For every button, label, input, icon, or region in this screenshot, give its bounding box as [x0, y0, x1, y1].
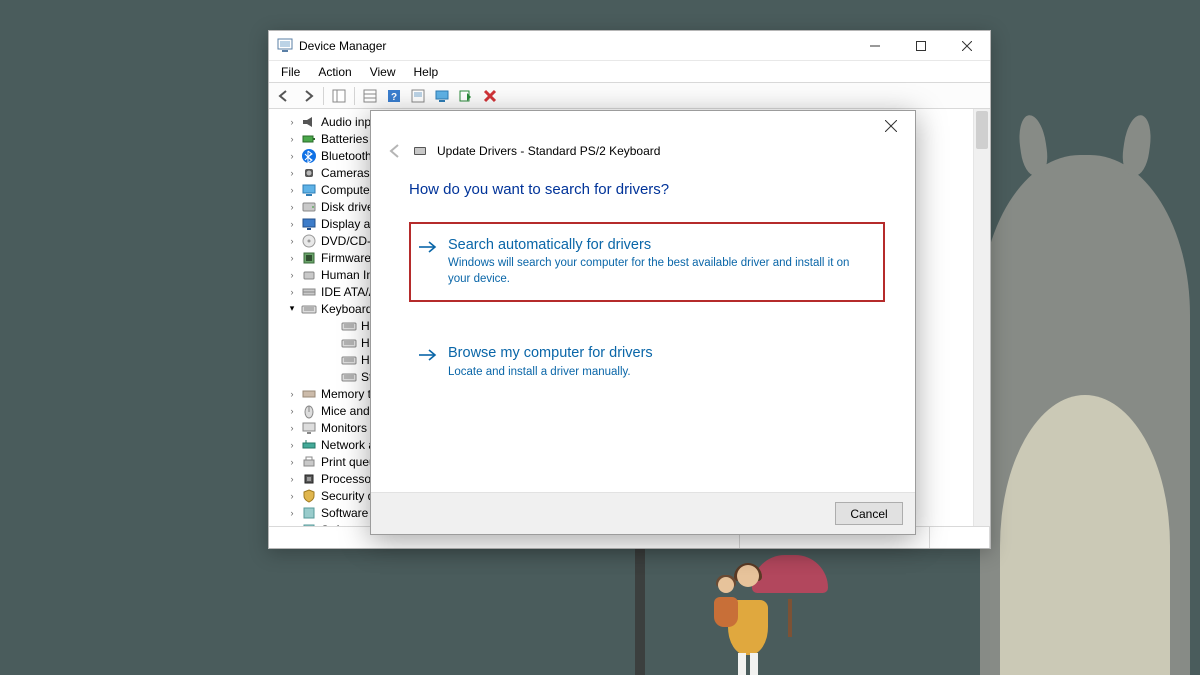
expand-arrow-icon[interactable]: ›: [287, 457, 297, 467]
expand-arrow-icon[interactable]: ›: [287, 117, 297, 127]
expand-arrow-icon[interactable]: ›: [287, 202, 297, 212]
expand-arrow-icon[interactable]: ▾: [287, 303, 297, 314]
expand-arrow-icon[interactable]: ›: [287, 168, 297, 178]
maximize-button[interactable]: [898, 31, 944, 61]
processor-icon: [301, 471, 317, 487]
expand-arrow-icon[interactable]: ›: [287, 491, 297, 501]
network-icon: [301, 437, 317, 453]
keyboard-icon: [301, 301, 317, 317]
menu-action[interactable]: Action: [310, 63, 359, 81]
memory-icon: [301, 386, 317, 402]
expand-arrow-icon[interactable]: ›: [287, 270, 297, 280]
option-description: Locate and install a driver manually.: [448, 365, 653, 381]
titlebar: Device Manager: [269, 31, 990, 61]
forward-arrow-icon[interactable]: [297, 85, 319, 107]
expand-arrow-icon[interactable]: ›: [287, 185, 297, 195]
tree-item-label: Bluetooth: [321, 149, 372, 163]
expand-arrow-icon[interactable]: ›: [287, 219, 297, 229]
menubar: File Action View Help: [269, 61, 990, 83]
mouse-icon: [301, 403, 317, 419]
dialog-close-button[interactable]: [871, 112, 911, 140]
dialog-back-icon[interactable]: [387, 143, 403, 159]
show-hide-tree-icon[interactable]: [328, 85, 350, 107]
update-driver-dialog: Update Drivers - Standard PS/2 Keyboard …: [370, 110, 916, 535]
keyboard-icon: [413, 144, 427, 158]
update-driver-icon[interactable]: [431, 85, 453, 107]
help-icon[interactable]: ?: [383, 85, 405, 107]
tree-item-label: Firmware: [321, 251, 371, 265]
dialog-question: How do you want to search for drivers?: [409, 181, 885, 198]
expand-arrow-icon[interactable]: ›: [287, 287, 297, 297]
keyboard-icon: [341, 369, 357, 385]
battery-icon: [301, 131, 317, 147]
display-icon: [301, 216, 317, 232]
security-icon: [301, 488, 317, 504]
ide-icon: [301, 284, 317, 300]
audio-icon: [301, 114, 317, 130]
menu-view[interactable]: View: [362, 63, 404, 81]
menu-file[interactable]: File: [273, 63, 308, 81]
vertical-scrollbar[interactable]: [973, 109, 990, 526]
expand-arrow-icon[interactable]: ›: [287, 151, 297, 161]
tree-item-label: Monitors: [321, 421, 367, 435]
computer-icon: [301, 182, 317, 198]
option-search-automatically[interactable]: Search automatically for drivers Windows…: [409, 222, 885, 302]
monitor-icon: [301, 420, 317, 436]
tree-item-label: Cameras: [321, 166, 370, 180]
window-title: Device Manager: [299, 39, 386, 53]
option-browse-computer[interactable]: Browse my computer for drivers Locate an…: [409, 330, 885, 395]
expand-arrow-icon[interactable]: ›: [287, 508, 297, 518]
keyboard-icon: [341, 335, 357, 351]
arrow-right-icon: [418, 239, 438, 255]
arrow-right-icon: [418, 347, 438, 363]
svg-text:?: ?: [391, 92, 397, 103]
dialog-title: Update Drivers - Standard PS/2 Keyboard: [437, 144, 660, 158]
minimize-button[interactable]: [852, 31, 898, 61]
expand-arrow-icon[interactable]: ›: [287, 134, 297, 144]
option-title: Browse my computer for drivers: [448, 345, 653, 362]
printer-icon: [301, 454, 317, 470]
expand-arrow-icon[interactable]: ›: [287, 440, 297, 450]
desktop-wallpaper-figures: [710, 545, 810, 675]
expand-arrow-icon[interactable]: ›: [287, 389, 297, 399]
close-button[interactable]: [944, 31, 990, 61]
toolbar: ?: [269, 83, 990, 109]
software-icon: [301, 505, 317, 521]
cancel-button[interactable]: Cancel: [835, 502, 903, 525]
desktop-wallpaper-pole: [635, 545, 645, 675]
expand-arrow-icon[interactable]: ›: [287, 253, 297, 263]
dvd-icon: [301, 233, 317, 249]
expand-arrow-icon[interactable]: ›: [287, 474, 297, 484]
expand-arrow-icon[interactable]: ›: [287, 423, 297, 433]
keyboard-icon: [341, 318, 357, 334]
hid-icon: [301, 267, 317, 283]
back-arrow-icon[interactable]: [273, 85, 295, 107]
bluetooth-icon: [301, 148, 317, 164]
scan-hardware-icon[interactable]: [455, 85, 477, 107]
expand-arrow-icon[interactable]: ›: [287, 406, 297, 416]
option-description: Windows will search your computer for th…: [448, 256, 868, 287]
properties-icon[interactable]: [359, 85, 381, 107]
option-title: Search automatically for drivers: [448, 237, 868, 254]
refresh-icon[interactable]: [407, 85, 429, 107]
firmware-icon: [301, 250, 317, 266]
menu-help[interactable]: Help: [406, 63, 447, 81]
expand-arrow-icon[interactable]: ›: [287, 236, 297, 246]
disk-icon: [301, 199, 317, 215]
uninstall-icon[interactable]: [479, 85, 501, 107]
tree-item-label: Batteries: [321, 132, 368, 146]
camera-icon: [301, 165, 317, 181]
keyboard-icon: [341, 352, 357, 368]
device-manager-icon: [277, 38, 293, 54]
expand-arrow-icon[interactable]: ›: [287, 525, 297, 527]
software-icon: [301, 522, 317, 527]
desktop-wallpaper-totoro: [980, 155, 1190, 675]
tree-item-label: Computer: [321, 183, 374, 197]
